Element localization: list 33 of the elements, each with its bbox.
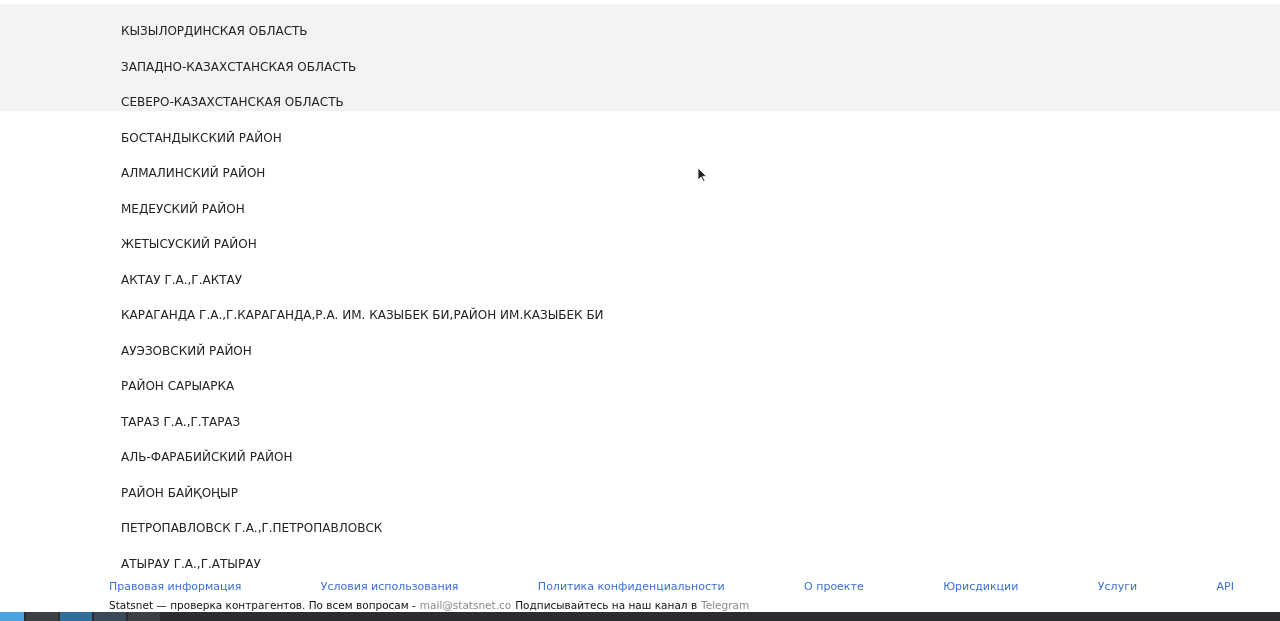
mouse-cursor-icon bbox=[697, 167, 707, 182]
footer-link[interactable]: О проекте bbox=[804, 580, 864, 593]
region-row[interactable]: АКТАУ Г.А.,Г.АКТАУ bbox=[0, 252, 1280, 288]
footer-link[interactable]: Услуги bbox=[1097, 580, 1138, 593]
footer-text: Подписывайтесь на наш канал в bbox=[515, 599, 698, 612]
footer-link[interactable]: Юрисдикции bbox=[943, 580, 1019, 593]
footer-text: Statsnet — проверка контрагентов. По всем вопросам - bbox=[109, 599, 416, 612]
region-row[interactable]: АТЫРАУ Г.А.,Г.АТЫРАУ bbox=[0, 536, 1280, 572]
region-row[interactable]: РАЙОН САРЫАРКА bbox=[0, 359, 1280, 395]
taskbar-button[interactable] bbox=[0, 612, 24, 621]
footer-link[interactable]: API bbox=[1216, 580, 1234, 593]
taskbar-button[interactable] bbox=[26, 612, 58, 621]
region-row[interactable]: СЕВЕРО-КАЗАХСТАНСКАЯ ОБЛАСТЬ bbox=[0, 75, 1280, 111]
region-row[interactable]: ТАРАЗ Г.А.,Г.ТАРАЗ bbox=[0, 394, 1280, 430]
region-row[interactable]: АУЭЗОВСКИЙ РАЙОН bbox=[0, 323, 1280, 359]
region-row[interactable]: КАРАГАНДА Г.А.,Г.КАРАГАНДА,Р.А. ИМ. КАЗЫБЕК БИ,РАЙОН ИМ.КАЗЫБЕК БИ bbox=[0, 288, 1280, 324]
footer-link[interactable]: Политика конфиденциальности bbox=[537, 580, 725, 593]
telegram-link[interactable]: Telegram bbox=[701, 599, 750, 612]
region-row[interactable]: БОСТАНДЫКСКИЙ РАЙОН bbox=[0, 110, 1280, 146]
taskbar-button[interactable] bbox=[128, 612, 160, 621]
region-row[interactable]: МЕДЕУСКИЙ РАЙОН bbox=[0, 181, 1280, 217]
region-row[interactable]: ПЕТРОПАВЛОВСК Г.А.,Г.ПЕТРОПАВЛОВСК bbox=[0, 501, 1280, 537]
region-row[interactable]: АЛЬ-ФАРАБИЙСКИЙ РАЙОН bbox=[0, 430, 1280, 466]
region-row[interactable]: ЗАПАДНО-КАЗАХСТАНСКАЯ ОБЛАСТЬ bbox=[0, 39, 1280, 75]
footer-link[interactable]: Правовая информация bbox=[109, 580, 242, 593]
region-row[interactable]: РАЙОН БАЙҚОҢЫР bbox=[0, 465, 1280, 501]
region-row[interactable]: КЫЗЫЛОРДИНСКАЯ ОБЛАСТЬ bbox=[0, 4, 1280, 40]
footer-link[interactable]: Условия использования bbox=[320, 580, 459, 593]
email-link[interactable]: mail@statsnet.co bbox=[419, 599, 512, 612]
taskbar-button[interactable] bbox=[60, 612, 92, 621]
region-row[interactable]: АЛМАЛИНСКИЙ РАЙОН bbox=[0, 146, 1280, 182]
taskbar-button[interactable] bbox=[94, 612, 126, 621]
region-row[interactable]: ЖЕТЫСУСКИЙ РАЙОН bbox=[0, 217, 1280, 253]
